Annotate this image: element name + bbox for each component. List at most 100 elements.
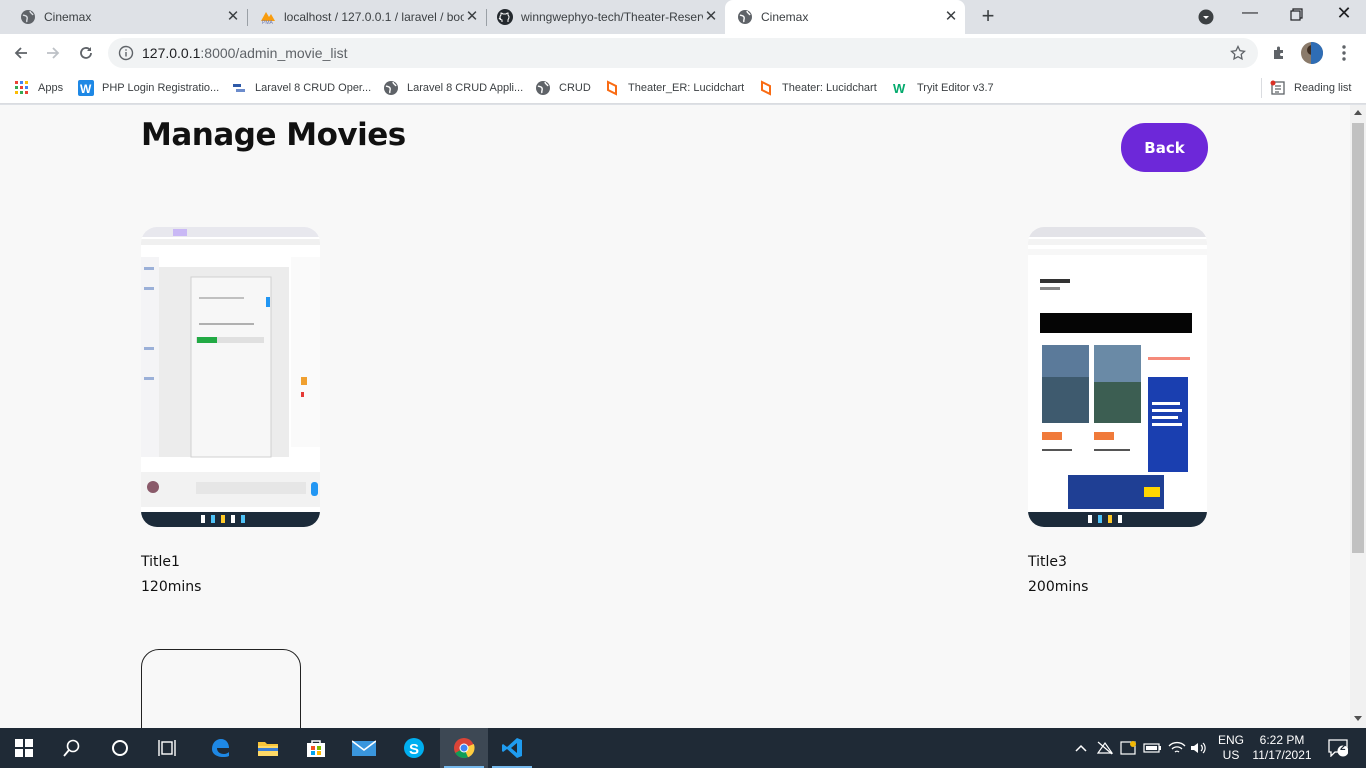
window-close-button[interactable]: ✕: [1332, 3, 1356, 27]
tab-search-button[interactable]: [1198, 9, 1214, 25]
taskbar-skype[interactable]: S: [390, 728, 438, 768]
notification-count: 2: [1340, 742, 1346, 753]
movie-card[interactable]: Title3 200mins: [1028, 227, 1207, 595]
apps-grid-icon: [14, 80, 30, 96]
arrow-right-icon: [47, 47, 60, 59]
bookmark-laravel-crud-oper[interactable]: Laravel 8 CRUD Oper...: [231, 78, 371, 98]
globe-icon: [737, 9, 753, 25]
bookmark-theater-er[interactable]: Theater_ER: Lucidchart: [604, 78, 744, 98]
back-nav-button[interactable]: [6, 38, 36, 68]
address-bar[interactable]: 127.0.0.1:8000/admin_movie_list: [108, 38, 1258, 68]
minimize-button[interactable]: —: [1238, 4, 1262, 28]
page-title: Manage Movies: [141, 117, 406, 153]
bookmark-label: PHP Login Registratio...: [102, 82, 220, 94]
close-icon[interactable]: ✕: [703, 9, 719, 25]
security-icon[interactable]: [1118, 728, 1140, 768]
svg-text:PMA: PMA: [262, 20, 274, 25]
task-view-button[interactable]: [144, 728, 192, 768]
restore-button[interactable]: [1284, 6, 1308, 30]
taskbar-chrome[interactable]: [440, 728, 488, 768]
taskbar-edge[interactable]: [196, 728, 244, 768]
info-icon[interactable]: [118, 45, 134, 66]
scroll-up-icon: [1354, 110, 1362, 115]
movie-poster-image: [1028, 227, 1207, 527]
taskbar-vscode[interactable]: [488, 728, 536, 768]
close-icon[interactable]: ✕: [225, 9, 241, 25]
tab-cinemax-1[interactable]: Cinemax ✕: [0, 0, 247, 34]
bookmark-laravel-crud-appli[interactable]: Laravel 8 CRUD Appli...: [383, 78, 523, 98]
cortana-icon: [112, 740, 128, 756]
bookmark-star-icon[interactable]: [1230, 44, 1246, 66]
bookmark-label: Theater_ER: Lucidchart: [628, 82, 745, 94]
menu-kebab-icon[interactable]: [1336, 43, 1352, 63]
chrome-icon: [454, 738, 475, 759]
taskbar-store[interactable]: [292, 728, 340, 768]
movie-poster[interactable]: [141, 227, 320, 527]
globe-icon: [535, 80, 551, 96]
movie-card-empty[interactable]: [141, 649, 301, 728]
clock-time: 6:22 PM: [1259, 733, 1305, 747]
phpmyadmin-icon: PMA: [260, 9, 276, 25]
svg-text:W: W: [893, 81, 906, 96]
wifi-icon[interactable]: [1166, 728, 1188, 768]
taskbar-file-explorer[interactable]: [244, 728, 292, 768]
bookmark-theater-lucid[interactable]: Theater: Lucidchart: [758, 78, 877, 98]
mail-icon: [352, 740, 376, 756]
tab-title: localhost / 127.0.0.1 / laravel / book: [284, 10, 464, 24]
tab-cinemax-active[interactable]: Cinemax ✕: [725, 0, 965, 34]
movie-poster[interactable]: [1028, 227, 1207, 527]
store-icon: [307, 740, 325, 757]
page-content: Manage Movies Back Title1 120mins Title3…: [0, 105, 1350, 728]
scrollbar-thumb[interactable]: [1352, 123, 1364, 553]
notifications-button[interactable]: 2: [1320, 728, 1356, 768]
tab-title: winngwephyo-tech/Theater-Reserva: [521, 10, 703, 24]
edge-icon: [212, 739, 229, 757]
new-tab-button[interactable]: +: [977, 5, 999, 27]
restore-icon: [1290, 8, 1303, 21]
close-icon[interactable]: ✕: [464, 9, 480, 25]
tray-overflow-button[interactable]: [1072, 728, 1090, 768]
bookmark-php-login[interactable]: W PHP Login Registratio...: [78, 78, 219, 98]
cortana-button[interactable]: [96, 728, 144, 768]
windows-taskbar: S ENG US 6:22 PM 11/17/2021 2: [0, 728, 1366, 768]
bookmark-crud[interactable]: CRUD: [535, 78, 591, 98]
profile-avatar[interactable]: [1301, 42, 1323, 64]
network-disconnected-icon[interactable]: [1094, 728, 1116, 768]
url-host: 127.0.0.1: [142, 45, 201, 61]
clock[interactable]: 6:22 PM 11/17/2021: [1250, 728, 1314, 768]
github-icon: [497, 9, 513, 25]
vscode-icon: [502, 738, 522, 758]
bookmark-label: Theater: Lucidchart: [782, 82, 877, 94]
language-indicator[interactable]: ENG US: [1212, 728, 1250, 768]
extensions-icon[interactable]: [1271, 45, 1287, 66]
arrow-left-icon: [14, 47, 27, 59]
tab-github[interactable]: winngwephyo-tech/Theater-Reserva ✕: [487, 0, 725, 34]
chevron-up-icon: [1075, 744, 1087, 752]
movie-poster-image: [141, 227, 320, 527]
forward-nav-button[interactable]: [38, 38, 68, 68]
movie-card[interactable]: Title1 120mins: [141, 227, 320, 595]
clock-date: 11/17/2021: [1252, 748, 1312, 762]
bookmark-tryit[interactable]: W Tryit Editor v3.7: [893, 78, 994, 98]
search-icon: [63, 739, 80, 757]
taskbar-mail[interactable]: [340, 728, 388, 768]
back-button[interactable]: Back: [1121, 123, 1208, 172]
search-button[interactable]: [48, 728, 96, 768]
reload-icon: [80, 47, 92, 59]
bookmark-label: CRUD: [559, 82, 591, 94]
close-icon[interactable]: ✕: [943, 9, 959, 25]
bookmark-apps[interactable]: Apps: [14, 78, 63, 98]
lucidchart-icon: [758, 80, 774, 96]
tab-phpmyadmin[interactable]: PMA localhost / 127.0.0.1 / laravel / bo…: [248, 0, 486, 34]
volume-icon[interactable]: [1188, 728, 1210, 768]
reload-button[interactable]: [71, 38, 101, 68]
movie-duration: 200mins: [1028, 579, 1089, 595]
page-scrollbar[interactable]: [1350, 105, 1366, 728]
battery-icon[interactable]: [1142, 728, 1164, 768]
bookmark-label: Laravel 8 CRUD Appli...: [407, 82, 524, 94]
start-button[interactable]: [0, 728, 48, 768]
movie-title: Title1: [141, 554, 180, 570]
reading-list-button[interactable]: Reading list: [1270, 78, 1351, 98]
tab-strip: Cinemax ✕ PMA localhost / 127.0.0.1 / la…: [0, 0, 1366, 34]
scroll-down-icon: [1354, 716, 1362, 721]
